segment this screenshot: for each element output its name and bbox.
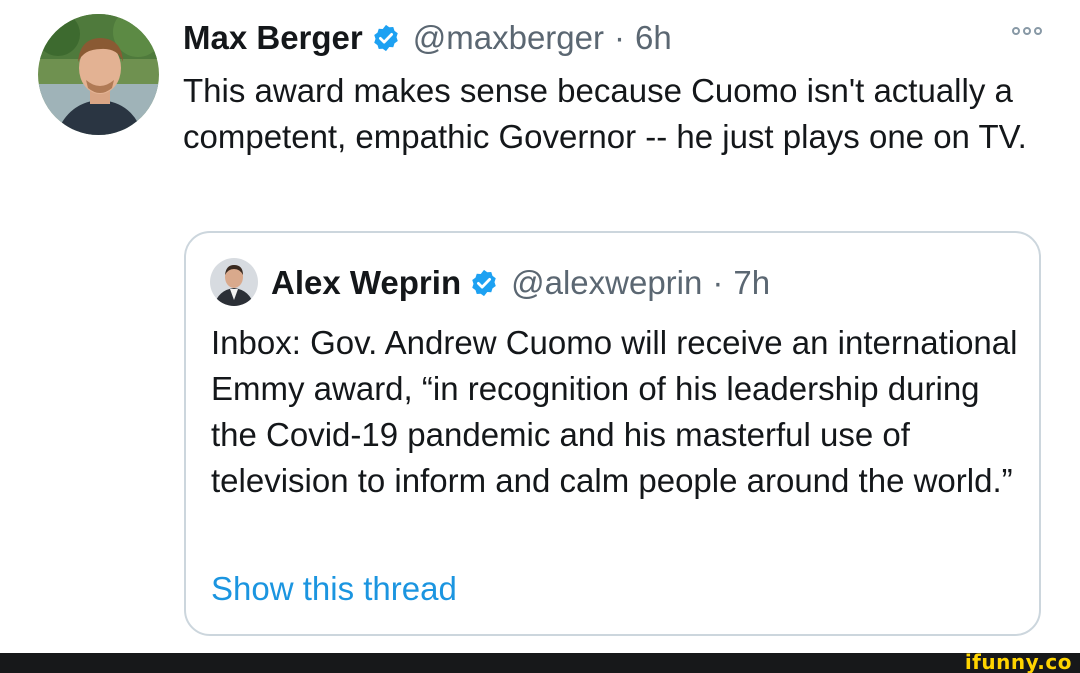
quoted-timestamp[interactable]: 7h [733,264,770,302]
more-options-icon[interactable] [1012,27,1042,35]
author-handle[interactable]: @maxberger [413,19,604,57]
quoted-author-name[interactable]: Alex Weprin [271,264,461,302]
timestamp[interactable]: 6h [635,19,672,57]
tweet-text: This award makes sense because Cuomo isn… [183,72,1027,155]
quoted-tweet-text: Inbox: Gov. Andrew Cuomo will receive an… [211,324,1018,499]
quoted-header-separator: · [712,264,724,301]
quoted-tweet[interactable]: Alex Weprin @alexweprin · 7h Inbox: Gov.… [184,231,1041,636]
quoted-author-handle[interactable]: @alexweprin [511,264,702,302]
author-name[interactable]: Max Berger [183,19,363,57]
quoted-header: Alex Weprin @alexweprin · 7h [271,261,770,305]
quoted-avatar[interactable] [210,258,258,306]
dot-icon [1034,27,1042,35]
verified-badge-icon [469,268,499,298]
show-thread-link[interactable]: Show this thread [211,567,457,611]
verified-badge-icon [371,23,401,53]
avatar[interactable] [38,14,159,135]
watermark-bar: ifunny.co [0,650,1080,673]
watermark-logo: ifunny.co [964,650,1072,673]
header-separator: · [613,19,625,56]
dot-icon [1012,27,1020,35]
tweet-header: Max Berger @maxberger · 6h [183,16,672,60]
tweet-card: Max Berger @maxberger · 6h This award ma… [0,0,1080,673]
dot-icon [1023,27,1031,35]
